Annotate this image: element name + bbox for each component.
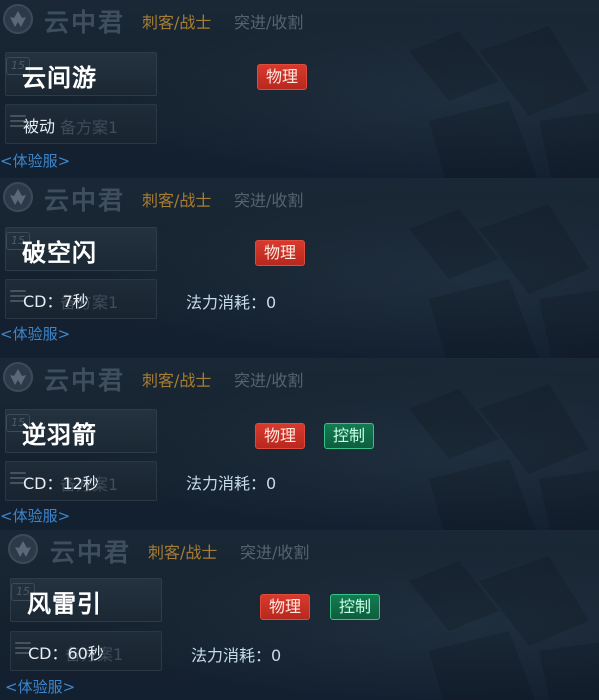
skill-name: 云间游	[22, 64, 97, 92]
skill-name-box[interactable]: 15 云间游	[5, 52, 157, 96]
skill-info-text: CD：12秒	[23, 474, 99, 493]
hero-emblem-icon	[8, 534, 38, 564]
skill-info-text: CD：60秒	[28, 644, 104, 663]
test-server-link[interactable]: <体验服>	[0, 150, 70, 171]
skill-card: 云中君 刺客/战士 突进/收割 15 云间游 物理 备方案1 被动 <体验服>	[0, 0, 599, 179]
watermark-logo-icon	[409, 556, 599, 700]
hero-tags: 突进/收割	[240, 543, 310, 562]
skill-name: 逆羽箭	[22, 421, 97, 449]
watermark-logo-icon	[409, 26, 599, 179]
hero-role: 刺客/战士	[142, 191, 212, 210]
physical-damage-badge: 物理	[255, 423, 306, 449]
hero-header: 云中君 刺客/战士 突进/收割	[0, 531, 599, 567]
hero-tags: 突进/收割	[234, 13, 304, 32]
hero-emblem-icon	[3, 182, 33, 212]
hero-name: 云中君	[44, 366, 126, 395]
hero-emblem-icon	[3, 4, 33, 34]
watermark-logo-icon	[409, 204, 599, 359]
hero-name: 云中君	[44, 186, 126, 215]
physical-damage-badge: 物理	[257, 64, 308, 90]
hero-tags: 突进/收割	[234, 191, 304, 210]
plan-label: 备方案1	[60, 118, 119, 137]
control-effect-badge: 控制	[324, 423, 375, 449]
physical-damage-badge: 物理	[260, 594, 311, 620]
hero-role: 刺客/战士	[142, 371, 212, 390]
hero-emblem-icon	[3, 362, 33, 392]
skill-info-box[interactable]: 备方案1 CD：7秒	[5, 279, 157, 319]
hero-role: 刺客/战士	[142, 13, 212, 32]
test-server-link[interactable]: <体验服>	[0, 505, 70, 526]
test-server-link[interactable]: <体验服>	[0, 323, 70, 344]
skill-card: 云中君 刺客/战士 突进/收割 15 破空闪 物理 备方案1 CD：7秒 法力消…	[0, 178, 599, 359]
mana-cost: 法力消耗：0	[186, 293, 277, 312]
skill-info-text: CD：7秒	[23, 292, 89, 311]
skill-name: 风雷引	[27, 590, 102, 618]
skill-info-box[interactable]: 备方案1 CD：12秒	[5, 461, 157, 501]
skill-info-box[interactable]: 备方案1 CD：60秒	[10, 631, 162, 671]
hero-tags: 突进/收割	[234, 371, 304, 390]
skill-name: 破空闪	[22, 239, 97, 267]
physical-damage-badge: 物理	[255, 240, 306, 266]
skill-info-text: 被动	[23, 117, 56, 136]
skill-name-box[interactable]: 15 逆羽箭	[5, 409, 157, 453]
skill-name-box[interactable]: 15 破空闪	[5, 227, 157, 271]
test-server-link[interactable]: <体验服>	[5, 676, 75, 697]
hero-header: 云中君 刺客/战士 突进/收割	[0, 1, 599, 37]
mana-cost: 法力消耗：0	[191, 646, 282, 665]
skill-card: 云中君 刺客/战士 突进/收割 15 逆羽箭 物理 控制 备方案1 CD：12秒…	[0, 358, 599, 531]
skill-card: 云中君 刺客/战士 突进/收割 15 风雷引 物理 控制 备方案1 CD：60秒…	[0, 530, 599, 700]
hero-header: 云中君 刺客/战士 突进/收割	[0, 359, 599, 395]
skill-info-box[interactable]: 备方案1 被动	[5, 104, 157, 144]
hero-name: 云中君	[50, 538, 132, 567]
control-effect-badge: 控制	[330, 594, 381, 620]
hero-name: 云中君	[44, 8, 126, 37]
skill-name-box[interactable]: 15 风雷引	[10, 578, 162, 622]
hero-header: 云中君 刺客/战士 突进/收割	[0, 179, 599, 215]
hero-role: 刺客/战士	[148, 543, 218, 562]
mana-cost: 法力消耗：0	[186, 474, 277, 493]
watermark-logo-icon	[409, 384, 599, 531]
